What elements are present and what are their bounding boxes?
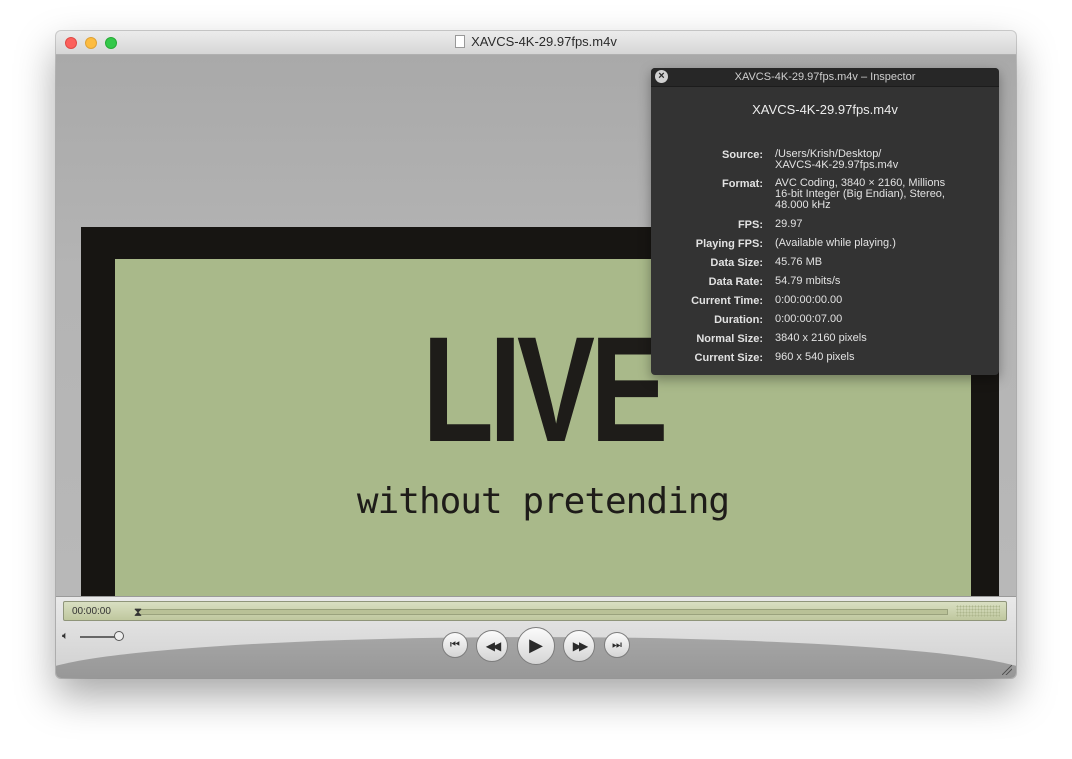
inspector-value-line: (Available while playing.) <box>775 237 896 249</box>
inspector-value: 960 x 540 pixels <box>775 352 990 363</box>
inspector-value-line: 54.79 mbits/s <box>775 275 841 287</box>
inspector-label: Source: <box>722 149 763 161</box>
inspector-label: Duration: <box>714 314 763 326</box>
inspector-label: Current Time: <box>691 295 763 307</box>
inspector-value-line: 3840 x 2160 pixels <box>775 332 867 344</box>
inspector-label: FPS: <box>737 219 763 231</box>
timeline-track[interactable] <box>138 609 948 615</box>
resize-grip[interactable] <box>1002 665 1012 675</box>
window-title: XAVCS-4K-29.97fps.m4v <box>56 34 1016 49</box>
inspector-value: 29.97 <box>775 219 990 230</box>
inspector-label: Format: <box>722 178 763 190</box>
inspector-value-line: 960 x 540 pixels <box>775 351 855 363</box>
inspector-label: Playing FPS: <box>695 238 763 250</box>
inspector-label: Normal Size: <box>696 333 763 345</box>
inspector-value: 3840 x 2160 pixels <box>775 333 990 344</box>
document-icon <box>455 35 466 48</box>
rewind-button[interactable]: ◀◀ <box>476 630 508 662</box>
timeline-scrubber[interactable]: 00:00:00 ⧗ <box>63 601 1007 621</box>
skip-to-start-button[interactable]: ⏮ <box>442 632 468 658</box>
inspector-title-bar[interactable]: × XAVCS-4K-29.97fps.m4v – Inspector <box>651 68 999 87</box>
title-bar[interactable]: XAVCS-4K-29.97fps.m4v <box>56 31 1016 55</box>
inspector-filename: XAVCS-4K-29.97fps.m4v <box>752 102 898 117</box>
timeline-load-indicator <box>956 605 1000 617</box>
playback-controls: 00:00:00 ⧗ 🔈︎ ⏮ ◀◀ ▶ ▶▶ ⏭ <box>56 596 1016 678</box>
inspector-value: 54.79 mbits/s <box>775 276 990 287</box>
play-button[interactable]: ▶ <box>517 627 555 665</box>
inspector-value-line: 0:00:00:00.00 <box>775 294 843 306</box>
play-icon: ▶ <box>529 635 543 656</box>
inspector-value: 0:00:00:07.00 <box>775 314 990 325</box>
inspector-label: Data Rate: <box>708 276 763 288</box>
skip-to-end-icon: ⏭ <box>612 638 622 651</box>
current-time-readout: 00:00:00 <box>72 606 111 617</box>
fast-forward-button[interactable]: ▶▶ <box>563 630 595 662</box>
speaker-icon[interactable]: 🔈︎ <box>62 630 69 643</box>
inspector-value: AVC Coding, 3840 × 2160, Millions 16-bit … <box>775 178 990 211</box>
skip-to-start-icon: ⏮ <box>450 638 460 651</box>
skip-to-end-button[interactable]: ⏭ <box>604 632 630 658</box>
inspector-label: Current Size: <box>694 352 763 364</box>
inspector-value: (Available while playing.) <box>775 238 990 249</box>
inspector-value: 0:00:00:00.00 <box>775 295 990 306</box>
rewind-icon: ◀◀ <box>485 639 502 653</box>
sign-tagline: without pretending <box>356 481 730 522</box>
window-title-text: XAVCS-4K-29.97fps.m4v <box>471 34 617 49</box>
inspector-value-line: 0:00:00:07.00 <box>775 313 843 325</box>
inspector-value-line: 48.000 kHz <box>775 199 831 211</box>
volume-slider-knob[interactable] <box>114 631 124 641</box>
playhead-handle[interactable]: ⧗ <box>132 604 144 620</box>
inspector-title: XAVCS-4K-29.97fps.m4v – Inspector <box>734 71 916 83</box>
inspector-value-line: 45.76 MB <box>775 256 823 268</box>
inspector-value-line: XAVCS-4K-29.97fps.m4v <box>775 159 899 171</box>
inspector-value: /Users/Krish/Desktop/XAVCS-4K-29.97fps.m… <box>775 149 990 171</box>
inspector-panel: × XAVCS-4K-29.97fps.m4v – Inspector XAVC… <box>651 68 999 375</box>
fast-forward-icon: ▶▶ <box>572 639 589 653</box>
inspector-label: Data Size: <box>710 257 763 269</box>
inspector-value: 45.76 MB <box>775 257 990 268</box>
inspector-value-line: 29.97 <box>775 218 803 230</box>
